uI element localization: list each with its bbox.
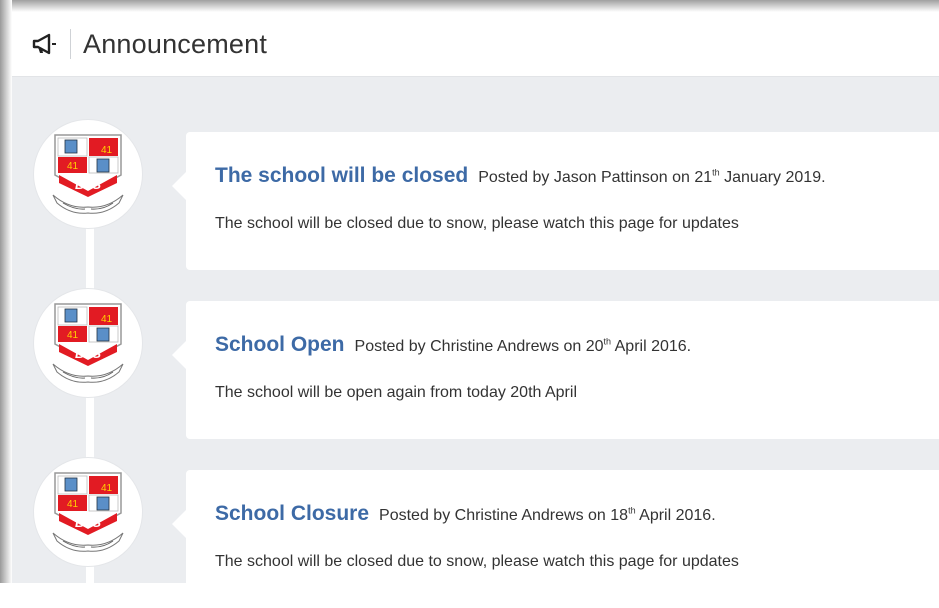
- announcement-body: The school will be open again from today…: [215, 384, 577, 401]
- announcement-title-link[interactable]: The school will be closed: [215, 164, 468, 187]
- svg-text:BTS: BTS: [75, 346, 101, 361]
- posted-meta: Posted by Christine Andrews on 20th Apri…: [354, 336, 692, 355]
- frame-shadow-top: [0, 0, 939, 12]
- panel-title: Announcement: [83, 28, 268, 59]
- announcement-body: The school will be closed due to snow, p…: [215, 553, 739, 570]
- announcement-card: School Open Posted by Christine Andrews o…: [172, 301, 939, 439]
- frame-shadow-left: [0, 0, 12, 583]
- announcement-title-link[interactable]: School Closure: [215, 502, 369, 525]
- announcement-title-link[interactable]: School Open: [215, 333, 345, 356]
- school-logo: 41 41 BTS: [34, 120, 142, 228]
- svg-text:41: 41: [67, 161, 79, 172]
- posted-meta: Posted by Jason Pattinson on 21th Januar…: [478, 167, 826, 186]
- svg-text:41: 41: [67, 499, 79, 510]
- svg-text:41: 41: [101, 483, 113, 494]
- svg-text:41: 41: [101, 314, 113, 325]
- window-frame: Announcement 41 41 BTS The school will b…: [0, 0, 939, 608]
- panel-header: Announcement: [12, 12, 939, 77]
- announcement-card: The school will be closed Posted by Jason…: [172, 132, 939, 270]
- megaphone-icon: [32, 31, 58, 57]
- header-divider: [70, 29, 71, 59]
- announcement-card: School Closure Posted by Christine Andrew…: [172, 470, 939, 608]
- svg-text:41: 41: [67, 330, 79, 341]
- svg-text:BTS: BTS: [75, 515, 101, 530]
- school-logo: 41 41 BTS: [34, 458, 142, 566]
- svg-text:BTS: BTS: [75, 177, 101, 192]
- announcement-panel: Announcement 41 41 BTS The school will b…: [12, 12, 939, 608]
- posted-meta: Posted by Christine Andrews on 18th Apri…: [379, 505, 716, 524]
- school-logo: 41 41 BTS: [34, 289, 142, 397]
- svg-text:41: 41: [101, 145, 113, 156]
- announcement-body: The school will be closed due to snow, p…: [215, 215, 739, 232]
